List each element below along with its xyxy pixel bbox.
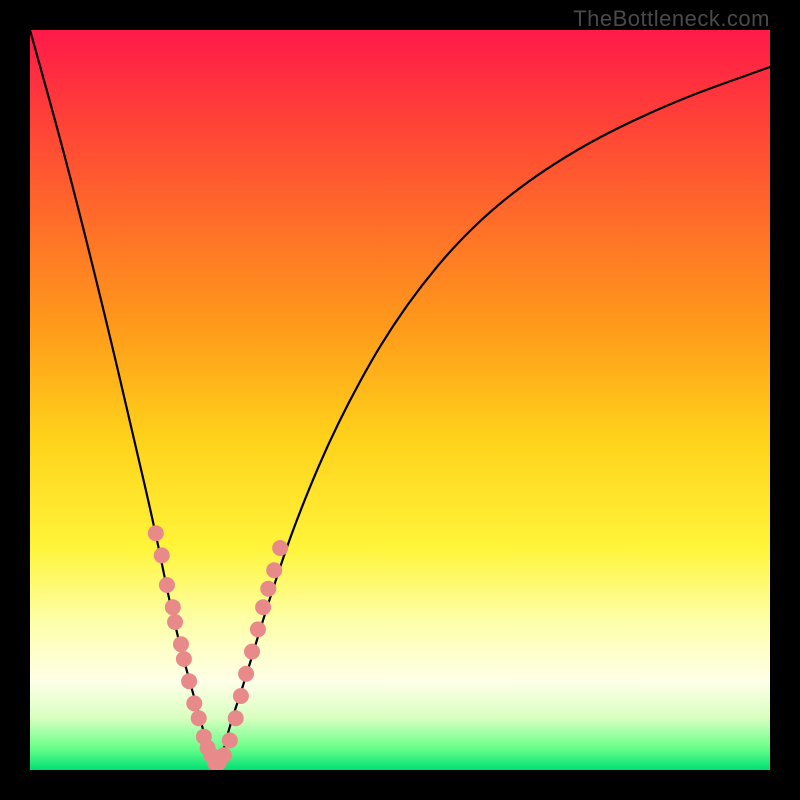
plot-area [30,30,770,770]
watermark-text: TheBottleneck.com [573,6,770,32]
background-gradient [30,30,770,770]
chart-frame: TheBottleneck.com [0,0,800,800]
